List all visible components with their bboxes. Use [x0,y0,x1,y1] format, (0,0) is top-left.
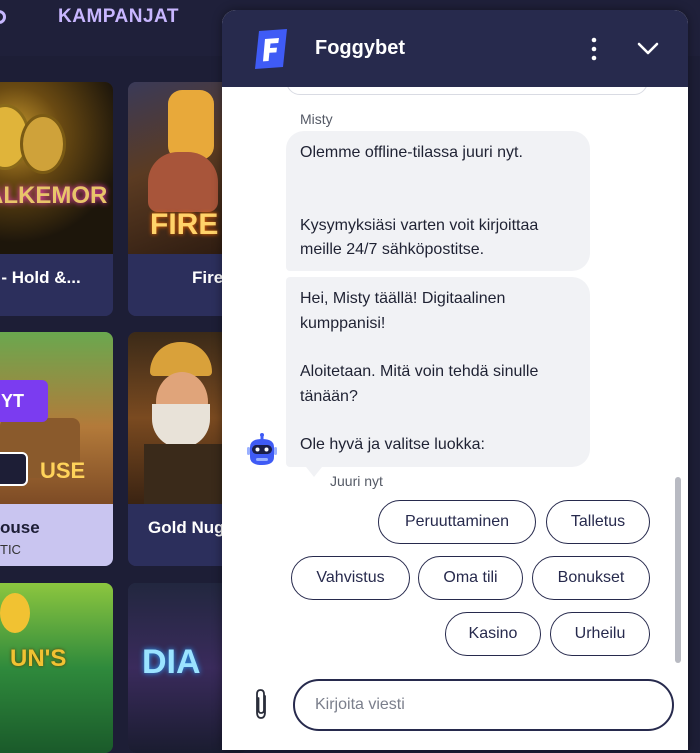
message-spacer [300,166,576,214]
composer [222,667,688,750]
play-now-button[interactable]: NYT [0,380,48,422]
option-kasino[interactable]: Kasino [445,612,541,656]
chat-header: Foggybet [222,10,688,87]
message-text: Ole hyvä ja valitse luokka: [300,436,485,453]
bot-avatar-icon [247,433,277,465]
message-text: Hei, Misty täällä! Digitaalinen kumppani… [300,290,506,332]
message-spacer [300,409,576,433]
option-bonukset[interactable]: Bonukset [532,556,650,600]
bubble-tail [306,467,322,477]
option-urheilu[interactable]: Urheilu [550,612,650,656]
foggybet-logo-icon [255,29,287,69]
game-card[interactable]: ALKEMOR r - Hold &... T [0,82,113,316]
option-vahvistus[interactable]: Vahvistus [291,556,410,600]
previous-message-bubble [286,87,648,95]
nav-icon[interactable] [0,10,6,24]
game-caption: r - Hold &... T [0,254,113,316]
kebab-menu-icon[interactable] [586,36,602,62]
game-caption: ouse TIC [0,504,113,566]
option-oma-tili[interactable]: Oma tili [418,556,523,600]
game-title: Gold Nug [148,518,225,537]
message-input[interactable] [293,679,674,731]
option-talletus[interactable]: Talletus [546,500,650,544]
chevron-down-icon[interactable] [636,38,660,58]
message-text: Kysymyksiäsi varten voit kirjoittaa meil… [300,216,539,259]
game-art-text: ALKEMOR [0,182,108,209]
message-text: Olemme offline-tilassa juuri nyt. [300,144,523,161]
nav-item-kampanjat[interactable]: KAMPANJAT [58,6,179,28]
game-thumbnail: UN'S [0,583,113,753]
game-art-text: FIRE [150,208,219,241]
game-art-text: UN'S [10,645,67,672]
game-title: Fire [192,268,224,287]
message-scrollbar[interactable] [675,477,681,663]
sender-name: Misty [300,111,333,127]
paperclip-icon[interactable] [250,687,272,721]
game-title: r - Hold &... [0,268,81,287]
game-card[interactable]: UN'S [0,583,113,753]
chat-widget: Foggybet Misty Olemme offline-tilassa ju… [222,10,688,750]
game-art-text: USE [40,458,86,483]
option-peruuttaminen[interactable]: Peruuttaminen [378,500,536,544]
game-art-text: DIA [142,643,201,681]
message-list: Misty Olemme offline-tilassa juuri nyt. … [222,87,688,667]
game-provider: TIC [0,542,21,557]
demo-button[interactable] [0,452,28,486]
message-spacer [300,336,576,360]
message-text: Aloitetaan. Mitä voin tehdä sinulle tänä… [300,363,539,405]
message-bubble: Olemme offline-tilassa juuri nyt. Kysymy… [286,131,590,271]
game-thumbnail: ALKEMOR [0,82,113,254]
game-card[interactable]: USE ouse TIC [0,332,113,566]
message-bubble: Hei, Misty täällä! Digitaalinen kumppani… [286,277,590,467]
brand-name: Foggybet [315,37,405,59]
game-title: ouse [0,518,40,537]
message-timestamp: Juuri nyt [330,473,383,489]
